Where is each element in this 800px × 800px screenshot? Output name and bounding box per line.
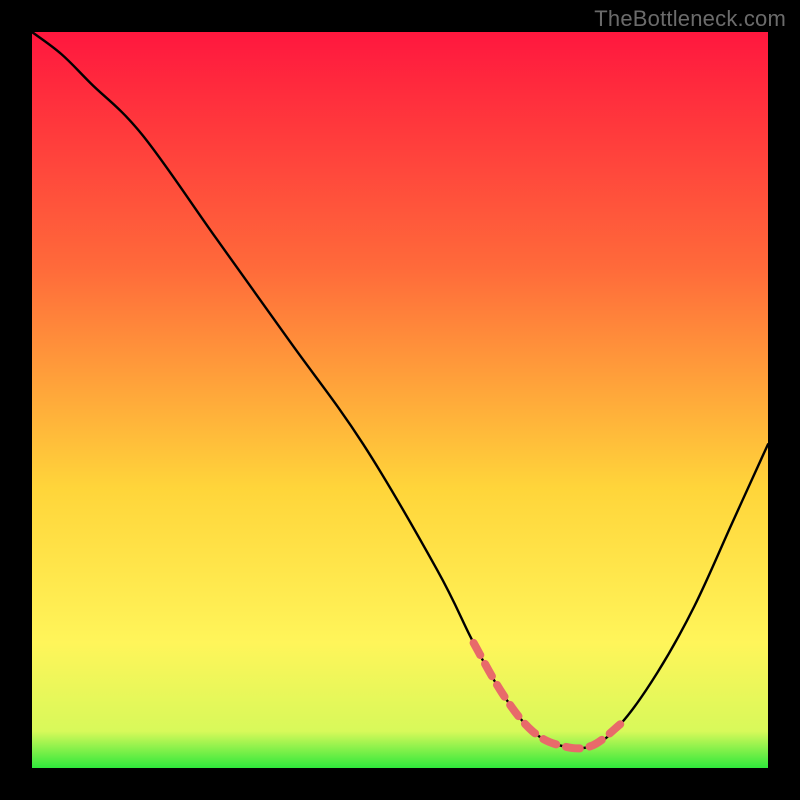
bottleneck-chart (0, 0, 800, 800)
plot-gradient-area (32, 32, 768, 768)
watermark-text: TheBottleneck.com (594, 6, 786, 32)
chart-stage: TheBottleneck.com (0, 0, 800, 800)
